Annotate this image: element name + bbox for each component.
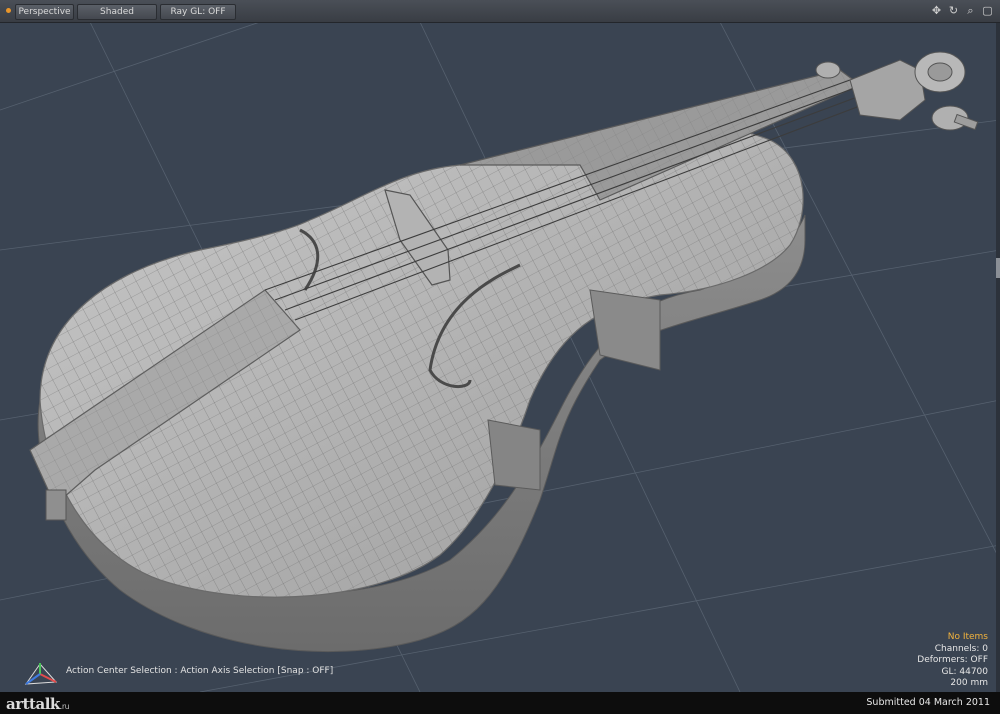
rotate-view-icon[interactable]: ↻ (947, 3, 960, 18)
submission-date: Submitted 04 March 2011 (866, 697, 990, 708)
end-button (45, 489, 67, 521)
maximize-view-icon[interactable]: ▢ (981, 3, 994, 18)
selection-items-readout: No Items (947, 632, 988, 642)
shading-mode-button[interactable]: Shaded (77, 4, 157, 20)
modo-application: Perspective Shaded Ray GL: OFF ✥ ↻ ⌕ ▢ A… (0, 0, 1000, 714)
viewport-menu-dot[interactable] (6, 8, 11, 13)
action-status-bar: Action Center Selection : Action Axis Se… (66, 666, 333, 676)
viewport-header: Perspective Shaded Ray GL: OFF ✥ ↻ ⌕ ▢ (0, 0, 1000, 23)
viewport-info-overlay: No Items Channels: 0 Deformers: OFF GL: … (917, 632, 988, 690)
viewport-scrollbar[interactable] (996, 22, 1000, 692)
grid-scale-readout: 200 mm (950, 678, 988, 688)
world-axis-icon (24, 663, 58, 685)
action-center-label: Action Center Selection : Action Axis Se… (66, 666, 275, 676)
viewport-scroll-thumb[interactable] (996, 258, 1000, 278)
arttalk-logo: arttalk.ru (6, 695, 70, 713)
snap-toggle[interactable]: [Snap : OFF] (277, 666, 333, 676)
view-mode-button[interactable]: Perspective (15, 4, 74, 20)
move-view-icon[interactable]: ✥ (930, 3, 943, 18)
viewport-nav-controls: ✥ ↻ ⌕ ▢ (930, 3, 994, 18)
zoom-view-icon[interactable]: ⌕ (964, 3, 977, 18)
raygl-toggle-button[interactable]: Ray GL: OFF (160, 4, 236, 20)
3d-viewport[interactable]: Perspective Shaded Ray GL: OFF ✥ ↻ ⌕ ▢ A… (0, 0, 1000, 692)
violin-model-scene[interactable] (0, 22, 1000, 692)
channels-readout: Channels: 0 (934, 643, 988, 654)
deformers-readout: Deformers: OFF (917, 655, 988, 665)
watermark-footer: arttalk.ru Submitted 04 March 2011 (0, 692, 1000, 714)
gl-polycount-readout: GL: 44700 (941, 666, 988, 677)
